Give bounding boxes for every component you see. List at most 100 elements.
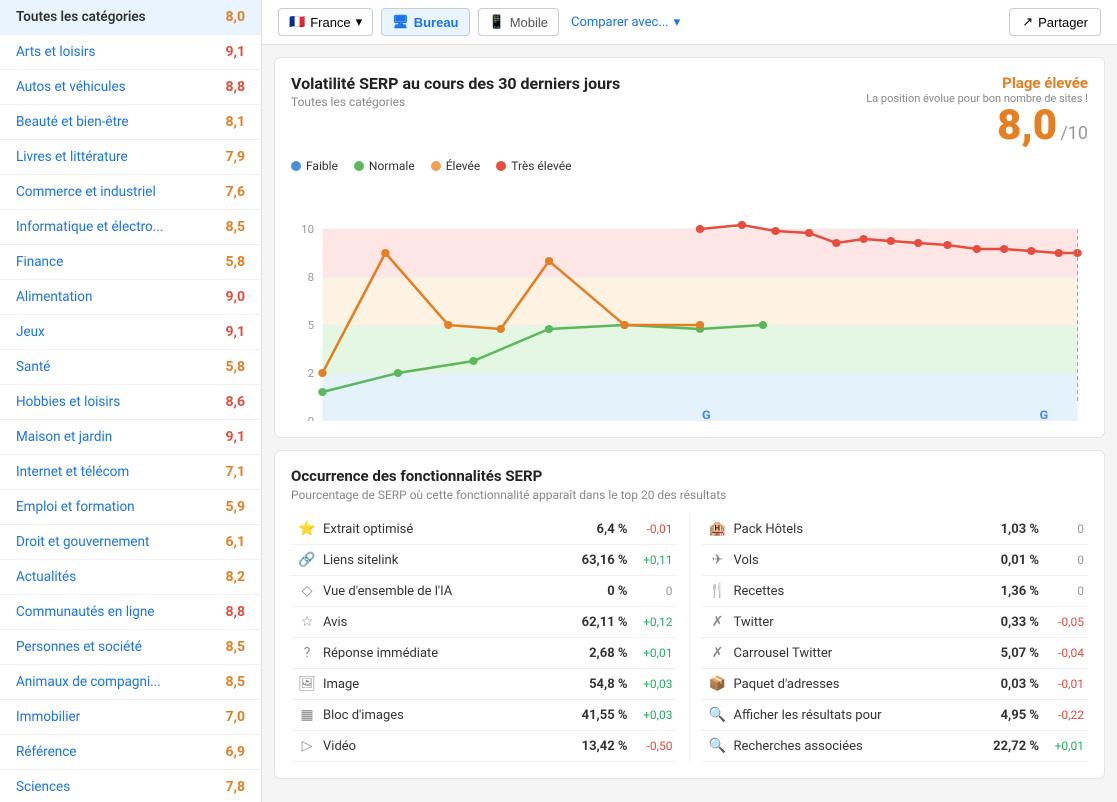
sidebar-item-7[interactable]: Finance 5,8	[0, 245, 261, 280]
mobile-icon: 📱	[489, 14, 505, 30]
feature-pct: 2,68 %	[568, 646, 628, 661]
feature-icon: ?	[295, 645, 319, 661]
sidebar-item-score: 5,8	[225, 359, 245, 375]
share-button[interactable]: ↗ Partager	[1009, 8, 1101, 36]
sidebar-item-17[interactable]: Communautés en ligne 8,8	[0, 595, 261, 630]
sidebar-item-2[interactable]: Autos et véhicules 8,8	[0, 70, 261, 105]
feature-icon: 🔗	[295, 552, 319, 568]
sidebar-item-score: 7,0	[225, 709, 245, 725]
feature-change: -0,01	[628, 522, 673, 536]
sidebar-item-1[interactable]: Arts et loisirs 9,1	[0, 35, 261, 70]
sidebar-item-label: Personnes et société	[16, 639, 142, 655]
sidebar-item-score: 9,1	[225, 429, 245, 445]
legend-dot	[496, 161, 506, 171]
sidebar-item-8[interactable]: Alimentation 9,0	[0, 280, 261, 315]
sidebar-item-label: Communautés en ligne	[16, 604, 154, 620]
legend-item: Élevée	[431, 159, 481, 173]
feature-pct: 62,11 %	[568, 615, 628, 630]
svg-text:2: 2	[308, 367, 314, 380]
sidebar-item-score: 6,1	[225, 534, 245, 550]
sidebar-item-label: Finance	[16, 254, 63, 270]
feature-change: +0,03	[628, 677, 673, 691]
sidebar-item-3[interactable]: Beauté et bien-être 8,1	[0, 105, 261, 140]
feature-change: -0,01	[1039, 677, 1084, 691]
feature-pct: 63,16 %	[568, 553, 628, 568]
sidebar-item-16[interactable]: Actualités 8,2	[0, 560, 261, 595]
volatility-number-area: 8,0 /10	[866, 105, 1088, 147]
sidebar-item-5[interactable]: Commerce et industriel 7,6	[0, 175, 261, 210]
svg-text:5: 5	[308, 319, 314, 332]
sidebar-item-score: 8,5	[225, 219, 245, 235]
country-selector[interactable]: 🇫🇷 France ▾	[278, 8, 373, 36]
sidebar-item-label: Jeux	[16, 324, 45, 340]
feature-name: Réponse immédiate	[319, 646, 568, 661]
feature-row: ✗ Carrousel Twitter 5,07 % -0,04	[702, 638, 1089, 669]
feature-icon: 📦	[706, 676, 730, 692]
legend-dot	[291, 161, 301, 171]
feature-change: +0,12	[628, 615, 673, 629]
sidebar-item-6[interactable]: Informatique et électro... 8,5	[0, 210, 261, 245]
sidebar-item-label: Droit et gouvernement	[16, 534, 149, 550]
sidebar-item-20[interactable]: Immobilier 7,0	[0, 700, 261, 735]
sidebar-item-label: Hobbies et loisirs	[16, 394, 120, 410]
sidebar-item-4[interactable]: Livres et littérature 7,9	[0, 140, 261, 175]
feature-icon: ✗	[706, 645, 730, 661]
legend-item: Normale	[354, 159, 415, 173]
sidebar-item-9[interactable]: Jeux 9,1	[0, 315, 261, 350]
mobile-device-button[interactable]: 📱 Mobile	[478, 8, 559, 36]
feature-name: Recherches associées	[730, 739, 980, 754]
sidebar-item-score: 9,1	[225, 44, 245, 60]
sidebar-item-19[interactable]: Animaux de compagni... 8,5	[0, 665, 261, 700]
sidebar-item-11[interactable]: Hobbies et loisirs 8,6	[0, 385, 261, 420]
sidebar-item-18[interactable]: Personnes et société 8,5	[0, 630, 261, 665]
chevron-down-icon: ▾	[356, 14, 363, 30]
feature-pct: 54,8 %	[568, 677, 628, 692]
line-chart: 10 8 5 2 0	[291, 181, 1088, 421]
compare-label: Comparer avec...	[571, 15, 669, 30]
feature-row: 📦 Paquet d'adresses 0,03 % -0,01	[702, 669, 1089, 700]
sidebar-item-label: Maison et jardin	[16, 429, 112, 445]
sidebar-item-score: 7,6	[225, 184, 245, 200]
sidebar-item-0[interactable]: Toutes les catégories 8,0	[0, 0, 261, 35]
feature-row: ✗ Twitter 0,33 % -0,05	[702, 607, 1089, 638]
sidebar-item-22[interactable]: Sciences 7,8	[0, 770, 261, 802]
share-label: Partager	[1038, 15, 1088, 30]
feature-icon: ▷	[295, 738, 319, 754]
feature-change: -0,22	[1039, 708, 1084, 722]
sidebar-item-score: 8,1	[225, 114, 245, 130]
feature-change: +0,01	[1039, 739, 1084, 753]
feature-icon: ✗	[706, 614, 730, 630]
sidebar-item-14[interactable]: Emploi et formation 5,9	[0, 490, 261, 525]
sidebar-item-label: Emploi et formation	[16, 499, 135, 515]
feature-row: 🖼 Image 54,8 % +0,03	[291, 669, 677, 700]
feature-name: Recettes	[730, 584, 980, 599]
sidebar-item-score: 8,5	[225, 674, 245, 690]
feature-change: 0	[1039, 522, 1084, 536]
legend-item: Très élevée	[496, 159, 571, 173]
sidebar-item-13[interactable]: Internet et télécom 7,1	[0, 455, 261, 490]
feature-name: Vue d'ensemble de l'IA	[319, 584, 568, 599]
topbar-controls: 🇫🇷 France ▾ 🖥 Bureau 📱 Mobile Comparer a…	[278, 8, 680, 36]
svg-text:8: 8	[308, 271, 314, 284]
feature-change: -0,04	[1039, 646, 1084, 660]
feature-icon: 🔍	[706, 738, 730, 754]
compare-button[interactable]: Comparer avec... ▾	[571, 15, 680, 30]
sidebar-item-10[interactable]: Santé 5,8	[0, 350, 261, 385]
feature-row: ▷ Vidéo 13,42 % -0,50	[291, 731, 677, 762]
country-label: France	[310, 15, 350, 30]
feature-pct: 22,72 %	[979, 739, 1039, 754]
sidebar-item-15[interactable]: Droit et gouvernement 6,1	[0, 525, 261, 560]
svg-text:10: 10	[301, 223, 314, 236]
volatility-label: Plage élevée	[866, 74, 1088, 92]
sidebar-item-label: Santé	[16, 359, 50, 375]
sidebar-item-21[interactable]: Référence 6,9	[0, 735, 261, 770]
feature-icon: 🔍	[706, 707, 730, 723]
feature-pct: 0 %	[568, 584, 628, 599]
feature-name: Twitter	[730, 615, 980, 630]
sidebar-item-label: Commerce et industriel	[16, 184, 156, 200]
sidebar-item-12[interactable]: Maison et jardin 9,1	[0, 420, 261, 455]
sidebar-item-score: 8,8	[225, 604, 245, 620]
desktop-device-button[interactable]: 🖥 Bureau	[381, 8, 469, 36]
feature-pct: 41,55 %	[568, 708, 628, 723]
mobile-label: Mobile	[510, 15, 548, 30]
